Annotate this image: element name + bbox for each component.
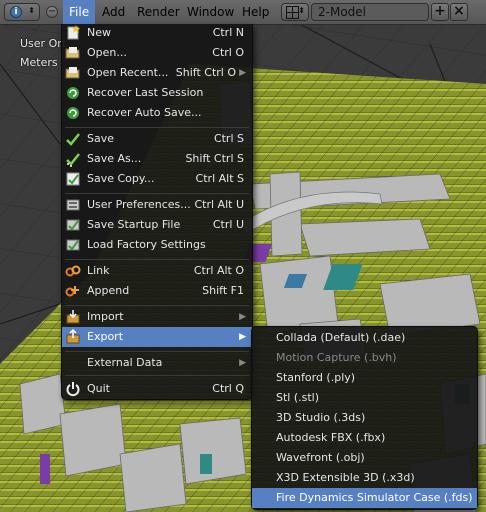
chevron-updown-icon: ⬍	[28, 6, 35, 15]
menu-separator	[65, 259, 249, 260]
menu-item-export[interactable]: Export ▶	[62, 327, 252, 347]
menu-add[interactable]: Add	[96, 0, 131, 24]
menu-item-save[interactable]: Save Ctrl S	[62, 129, 252, 149]
menu-separator	[65, 305, 249, 306]
submenu-arrow-icon: ▶	[239, 68, 246, 78]
recover-icon	[67, 87, 79, 99]
menu-item-import[interactable]: Import ▶	[62, 307, 252, 327]
units-label: Meters	[20, 56, 58, 69]
editor-type-button[interactable]: i ⬍	[4, 3, 40, 21]
open-recent-icon	[65, 67, 80, 79]
screen-layout-selector[interactable]: ⬍	[281, 3, 309, 21]
preferences-icon	[66, 199, 80, 211]
menu-render[interactable]: Render	[131, 0, 186, 24]
menu-item-save-copy[interactable]: Save Copy... Ctrl Alt S	[62, 169, 252, 189]
menu-item-link[interactable]: Link Ctrl Alt O	[62, 261, 252, 281]
append-icon	[65, 286, 79, 297]
menu-item-user-preferences[interactable]: User Preferences... Ctrl Alt U	[62, 195, 252, 215]
open-folder-icon	[65, 47, 80, 59]
screen-layout-name-field[interactable]: 2-Model	[311, 3, 429, 21]
file-menu-dropdown: New Ctrl N Open... Ctrl O Open Recent...…	[61, 24, 253, 400]
export-item-stl[interactable]: Stl (.stl)	[252, 388, 477, 408]
collapse-menus-button[interactable]: −	[46, 6, 58, 18]
import-icon	[66, 310, 80, 324]
factory-settings-icon	[66, 239, 80, 251]
menu-separator	[65, 127, 249, 128]
export-item-3ds[interactable]: 3D Studio (.3ds)	[252, 408, 477, 428]
save-startup-icon	[66, 219, 80, 231]
export-item-stanford-ply[interactable]: Stanford (.ply)	[252, 368, 477, 388]
new-file-icon	[67, 25, 80, 40]
menu-item-open-recent[interactable]: Open Recent... Shift Ctrl O ▶	[62, 63, 252, 83]
menu-item-external-data[interactable]: External Data ▶	[62, 353, 252, 373]
view-name-label: User Ort	[20, 37, 67, 50]
chevron-updown-icon: ⬍	[298, 6, 305, 15]
menu-item-recover-auto-save[interactable]: Recover Auto Save...	[62, 103, 252, 123]
info-icon: i	[10, 6, 22, 18]
link-icon	[65, 265, 81, 277]
menu-separator	[65, 351, 249, 352]
menu-item-quit[interactable]: Quit Ctrl Q	[62, 379, 252, 399]
menu-separator	[65, 193, 249, 194]
export-item-fbx[interactable]: Autodesk FBX (.fbx)	[252, 428, 477, 448]
x-icon[interactable]: ×	[450, 3, 468, 21]
menu-item-new[interactable]: New Ctrl N	[62, 23, 252, 43]
export-icon	[66, 329, 80, 344]
menu-item-save-startup-file[interactable]: Save Startup File Ctrl U	[62, 215, 252, 235]
save-as-icon	[66, 153, 80, 167]
submenu-arrow-icon: ▶	[239, 312, 246, 322]
submenu-arrow-icon: ▶	[239, 332, 246, 342]
checkmark-icon	[66, 133, 80, 146]
menu-item-save-as[interactable]: Save As... Shift Ctrl S	[62, 149, 252, 169]
submenu-arrow-icon: ▶	[239, 358, 246, 368]
menu-separator	[65, 375, 249, 376]
plus-icon[interactable]: +	[431, 3, 449, 21]
info-header: i ⬍ − File Add Render Window Help ⬍ 2-Mo…	[0, 0, 486, 25]
menu-file[interactable]: File	[63, 0, 96, 24]
menu-item-load-factory-settings[interactable]: Load Factory Settings	[62, 235, 252, 255]
menu-item-recover-last-session[interactable]: Recover Last Session	[62, 83, 252, 103]
export-item-x3d[interactable]: X3D Extensible 3D (.x3d)	[252, 468, 477, 488]
save-copy-icon	[66, 172, 80, 186]
menu-help[interactable]: Help	[236, 0, 275, 24]
menu-window[interactable]: Window	[181, 0, 240, 24]
layout-grid-icon	[286, 6, 299, 19]
export-item-wavefront-obj[interactable]: Wavefront (.obj)	[252, 448, 477, 468]
export-item-fds[interactable]: Fire Dynamics Simulator Case (.fds)	[252, 488, 477, 508]
export-item-collada[interactable]: Collada (Default) (.dae)	[252, 328, 477, 348]
power-icon	[66, 382, 80, 397]
export-submenu: Collada (Default) (.dae) Motion Capture …	[251, 326, 478, 510]
export-item-motion-capture: Motion Capture (.bvh)	[276, 351, 397, 364]
recover-auto-icon	[67, 107, 79, 119]
menu-item-append[interactable]: Append Shift F1	[62, 281, 252, 301]
menu-item-open[interactable]: Open... Ctrl O	[62, 43, 252, 63]
